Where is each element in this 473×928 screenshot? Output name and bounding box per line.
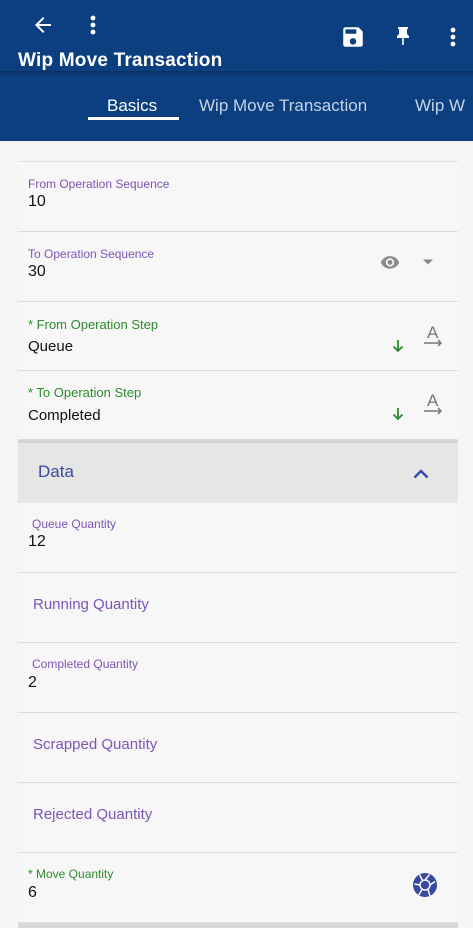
text-direction-icon[interactable]: A bbox=[422, 390, 446, 418]
from-operation-step-field[interactable]: * From Operation Step Queue A bbox=[18, 302, 458, 371]
field-value: Queue bbox=[28, 338, 74, 355]
completed-quantity-field[interactable]: Completed Quantity 2 bbox=[18, 643, 458, 713]
field-label: Queue Quantity bbox=[32, 517, 117, 531]
field-label: Completed Quantity bbox=[32, 657, 139, 671]
field-value: 6 bbox=[28, 884, 37, 901]
field-label: Rejected Quantity bbox=[33, 806, 153, 823]
field-label: Scrapped Quantity bbox=[33, 736, 158, 753]
tab-wip-w[interactable]: Wip W bbox=[415, 96, 465, 116]
field-label: * To Operation Step bbox=[28, 385, 142, 400]
field-value: 12 bbox=[28, 533, 46, 550]
to-operation-sequence-field[interactable]: To Operation Sequence 30 bbox=[18, 232, 458, 302]
tabs-divider bbox=[0, 71, 473, 77]
arrow-down-icon[interactable] bbox=[390, 337, 406, 355]
svg-text:A: A bbox=[427, 323, 439, 342]
field-value: Completed bbox=[28, 407, 101, 424]
bottom-divider bbox=[18, 923, 458, 928]
eye-icon[interactable] bbox=[378, 252, 402, 272]
arrow-down-icon[interactable] bbox=[390, 405, 406, 423]
rejected-quantity-field[interactable]: Rejected Quantity bbox=[18, 783, 458, 853]
app-header: Wip Move Transaction Basics Wip Move Tra… bbox=[0, 0, 473, 141]
field-value: 30 bbox=[28, 263, 46, 280]
field-label: * From Operation Step bbox=[28, 317, 159, 332]
field-value: 10 bbox=[28, 193, 46, 210]
field-label: Running Quantity bbox=[33, 596, 149, 613]
queue-quantity-field[interactable]: Queue Quantity 12 bbox=[18, 503, 458, 573]
tab-basics[interactable]: Basics bbox=[107, 96, 157, 116]
pin-icon[interactable] bbox=[388, 22, 418, 52]
page-title: Wip Move Transaction bbox=[18, 50, 223, 71]
data-section-header[interactable]: Data bbox=[18, 440, 458, 503]
field-label: From Operation Sequence bbox=[28, 177, 170, 191]
text-direction-icon[interactable]: A bbox=[422, 322, 446, 350]
camera-shutter-icon[interactable] bbox=[411, 871, 439, 899]
back-arrow-icon[interactable] bbox=[28, 10, 58, 40]
tab-wip-move-transaction[interactable]: Wip Move Transaction bbox=[199, 96, 367, 116]
more-vert-icon[interactable] bbox=[80, 10, 106, 40]
from-operation-sequence-field[interactable]: From Operation Sequence 10 bbox=[18, 161, 458, 232]
to-operation-step-field[interactable]: * To Operation Step Completed A bbox=[18, 371, 458, 440]
field-value: 2 bbox=[28, 674, 37, 691]
more-vert-icon[interactable] bbox=[440, 22, 466, 52]
chevron-up-icon[interactable] bbox=[410, 463, 432, 485]
svg-text:A: A bbox=[427, 391, 439, 410]
dropdown-arrow-icon[interactable] bbox=[420, 252, 436, 272]
move-quantity-field[interactable]: * Move Quantity 6 bbox=[18, 853, 458, 923]
field-label: * Move Quantity bbox=[28, 867, 114, 881]
running-quantity-field[interactable]: Running Quantity bbox=[18, 573, 458, 643]
scrapped-quantity-field[interactable]: Scrapped Quantity bbox=[18, 713, 458, 783]
save-icon[interactable] bbox=[338, 22, 368, 52]
field-label: To Operation Sequence bbox=[28, 247, 155, 261]
section-title: Data bbox=[38, 462, 74, 481]
active-tab-indicator bbox=[88, 117, 179, 120]
